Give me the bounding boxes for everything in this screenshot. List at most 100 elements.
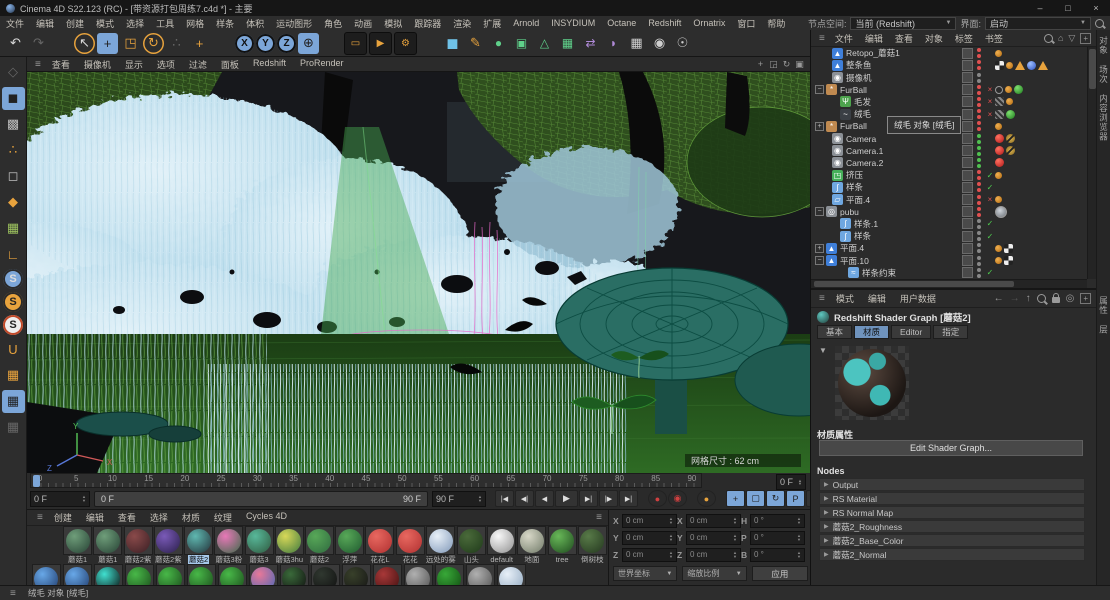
coordinate-input[interactable]: 0 cm ▲ ▼ bbox=[622, 547, 677, 562]
menu-item[interactable]: 体积 bbox=[240, 17, 270, 30]
coordinate-input[interactable]: 0 ° ▲ ▼ bbox=[750, 513, 805, 528]
object-name[interactable]: 摄像机 bbox=[846, 72, 962, 84]
material-menu-item[interactable]: 纹理 bbox=[207, 511, 239, 524]
search-icon[interactable] bbox=[1036, 294, 1046, 303]
back-icon[interactable]: ← bbox=[994, 293, 1004, 304]
material-item[interactable]: 地面 bbox=[517, 526, 547, 564]
frame-start-field[interactable]: 0 F ▲ ▼ bbox=[30, 490, 90, 507]
material-item[interactable] bbox=[62, 564, 92, 586]
object-tag[interactable] bbox=[1014, 85, 1023, 95]
object-tag[interactable] bbox=[1006, 98, 1013, 106]
mode-button[interactable]: ◆ bbox=[2, 191, 25, 214]
enable-toggle[interactable] bbox=[962, 157, 973, 169]
menu-item[interactable]: Arnold bbox=[507, 18, 545, 28]
state-mark[interactable]: × bbox=[985, 85, 995, 94]
home-icon[interactable]: ⌂ bbox=[1058, 33, 1063, 43]
attribute-tab[interactable]: 基本 bbox=[817, 325, 853, 339]
toolbar-button[interactable]: + bbox=[189, 33, 210, 54]
mode-button[interactable]: ▦ bbox=[1, 389, 25, 413]
toolbar-button[interactable]: ⊕ bbox=[298, 32, 319, 54]
enable-toggle[interactable] bbox=[962, 255, 973, 267]
object-row[interactable]: ▲ Retopo_蘑菇1 bbox=[811, 47, 1087, 59]
state-mark[interactable]: × bbox=[985, 97, 995, 106]
material-item[interactable] bbox=[341, 564, 371, 586]
material-item[interactable] bbox=[372, 564, 402, 586]
state-mark[interactable]: × bbox=[985, 195, 995, 204]
menu-item[interactable]: 跟踪器 bbox=[408, 17, 447, 30]
dock-tab[interactable]: 层 bbox=[1098, 325, 1110, 335]
viewport-menu-item[interactable]: 过滤 bbox=[182, 58, 214, 71]
scene-3d[interactable]: Y X Z 网格尺寸 : 62 cm bbox=[27, 72, 810, 473]
view-nav-icon[interactable]: ◲ bbox=[767, 58, 780, 70]
object-tag[interactable] bbox=[995, 49, 1002, 57]
burger-icon[interactable]: ≡ bbox=[815, 293, 829, 304]
minimize-button[interactable]: – bbox=[1026, 0, 1054, 16]
object-tag[interactable] bbox=[995, 146, 1004, 156]
edit-shader-graph-button[interactable]: Edit Shader Graph... bbox=[819, 440, 1083, 456]
material-menu-item[interactable]: Cycles 4D bbox=[239, 511, 294, 524]
visibility-dots[interactable] bbox=[977, 243, 981, 254]
transport-button[interactable]: P bbox=[786, 490, 805, 507]
object-name[interactable]: 样条 bbox=[846, 181, 962, 193]
enable-toggle[interactable] bbox=[962, 242, 973, 254]
visibility-dots[interactable] bbox=[977, 121, 981, 132]
toolbar-button[interactable]: ↖ bbox=[74, 33, 95, 54]
toolbar-button[interactable]: △ bbox=[534, 33, 555, 54]
material-item[interactable]: 蘑菇2紫 bbox=[153, 526, 183, 564]
coordinate-input[interactable]: 0 cm ▲ ▼ bbox=[686, 530, 741, 545]
object-menu-item[interactable]: 对象 bbox=[919, 32, 949, 45]
add-icon[interactable]: + bbox=[1080, 32, 1091, 44]
object-tag[interactable] bbox=[1004, 243, 1013, 253]
viewport-menu-item[interactable]: ProRender bbox=[293, 58, 351, 71]
menu-item[interactable]: 模拟 bbox=[378, 17, 408, 30]
visibility-dots[interactable] bbox=[977, 145, 981, 156]
apply-button[interactable]: 应用 bbox=[751, 566, 808, 581]
material-item[interactable]: 蘑菇3hu bbox=[274, 526, 304, 564]
enable-toggle[interactable] bbox=[962, 133, 973, 145]
object-name[interactable]: 整条鱼 bbox=[846, 59, 962, 71]
viewport-menu-item[interactable]: 查看 bbox=[45, 58, 77, 71]
menu-item[interactable]: 编辑 bbox=[30, 17, 60, 30]
search-icon[interactable] bbox=[1043, 33, 1053, 43]
current-frame-field[interactable]: 0 F ▲ ▼ bbox=[776, 474, 806, 490]
visibility-dots[interactable] bbox=[977, 267, 981, 278]
material-item[interactable] bbox=[217, 564, 247, 586]
scale-mode-select[interactable]: 缩放比例 ▼ bbox=[682, 566, 747, 581]
transport-button[interactable]: |▶ bbox=[599, 490, 618, 507]
material-item[interactable] bbox=[248, 564, 278, 586]
coordinate-input[interactable]: 0 cm ▲ ▼ bbox=[622, 513, 677, 528]
object-tag[interactable] bbox=[995, 205, 1007, 218]
toolbar-button[interactable]: ⚙ bbox=[394, 31, 417, 55]
toolbar-button[interactable] bbox=[321, 33, 342, 54]
enable-toggle[interactable] bbox=[962, 96, 973, 108]
object-row[interactable]: ◳ 挤压 ✓ bbox=[811, 169, 1087, 181]
object-tag[interactable] bbox=[995, 158, 1004, 168]
expand-toggle[interactable]: + bbox=[815, 243, 824, 253]
visibility-dots[interactable] bbox=[977, 96, 981, 107]
mode-button[interactable]: S bbox=[3, 291, 23, 312]
material-item[interactable]: 浮萍 bbox=[335, 526, 365, 564]
object-name[interactable]: 毛发 bbox=[854, 96, 962, 108]
dock-tab[interactable]: 内容浏览器 bbox=[1098, 94, 1110, 142]
node-row[interactable]: ▶ 蘑菇2_Roughness bbox=[819, 520, 1085, 533]
material-item[interactable]: 蘑菇2 bbox=[184, 526, 214, 564]
mode-button[interactable]: ∴ bbox=[2, 139, 25, 162]
material-item[interactable] bbox=[434, 564, 464, 586]
node-row[interactable]: ▶ Output bbox=[819, 478, 1085, 491]
object-name[interactable]: Camera.2 bbox=[846, 158, 962, 168]
visibility-dots[interactable] bbox=[977, 170, 981, 181]
visibility-dots[interactable] bbox=[977, 231, 981, 242]
object-tag[interactable] bbox=[995, 171, 1002, 179]
expand-arrow-icon[interactable]: ▶ bbox=[824, 551, 829, 558]
enable-toggle[interactable] bbox=[962, 84, 973, 96]
visibility-dots[interactable] bbox=[977, 72, 981, 83]
node-row[interactable]: ▶ 蘑菇2_Base_Color bbox=[819, 534, 1085, 547]
transport-button[interactable]: ◀ bbox=[535, 490, 554, 507]
object-tag[interactable] bbox=[1005, 86, 1012, 94]
menu-item[interactable]: Ornatrix bbox=[687, 18, 731, 28]
attribute-tab[interactable]: Editor bbox=[891, 325, 932, 339]
menu-item[interactable]: 角色 bbox=[318, 17, 348, 30]
material-item[interactable]: default bbox=[487, 526, 517, 564]
attribute-menu-item[interactable]: 编辑 bbox=[861, 292, 893, 305]
viewport-menu-item[interactable]: 摄像机 bbox=[77, 58, 118, 71]
